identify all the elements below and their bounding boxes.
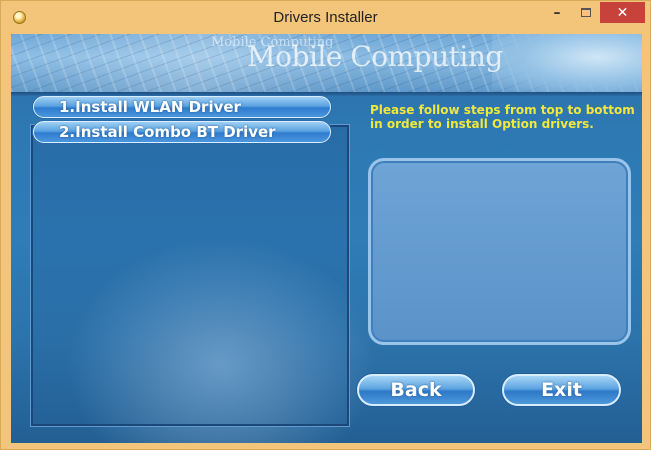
driver-list-panel [30,124,350,427]
banner: Mobile Computing Mobile Computing [11,34,642,92]
maximize-icon [580,8,591,17]
minimize-icon: – [553,4,561,21]
banner-sky-graphic [492,34,642,92]
instructions-text: Please follow steps from top to bottom i… [370,103,635,131]
install-combo-bt-driver-button[interactable]: 2.Install Combo BT Driver [33,121,331,143]
close-icon: ✕ [616,4,629,21]
description-box [368,158,631,345]
banner-logo-text: Mobile Computing [247,40,503,73]
exit-button[interactable]: Exit [502,374,621,406]
close-button[interactable]: ✕ [600,2,645,23]
install-wlan-driver-button[interactable]: 1.Install WLAN Driver [33,96,331,118]
title-bar[interactable]: Drivers Installer – ✕ [1,1,650,34]
back-button[interactable]: Back [357,374,475,406]
minimize-button[interactable]: – [543,2,571,23]
installer-window: Drivers Installer – ✕ Mobile Computing M… [0,0,651,450]
maximize-button[interactable] [572,2,599,23]
